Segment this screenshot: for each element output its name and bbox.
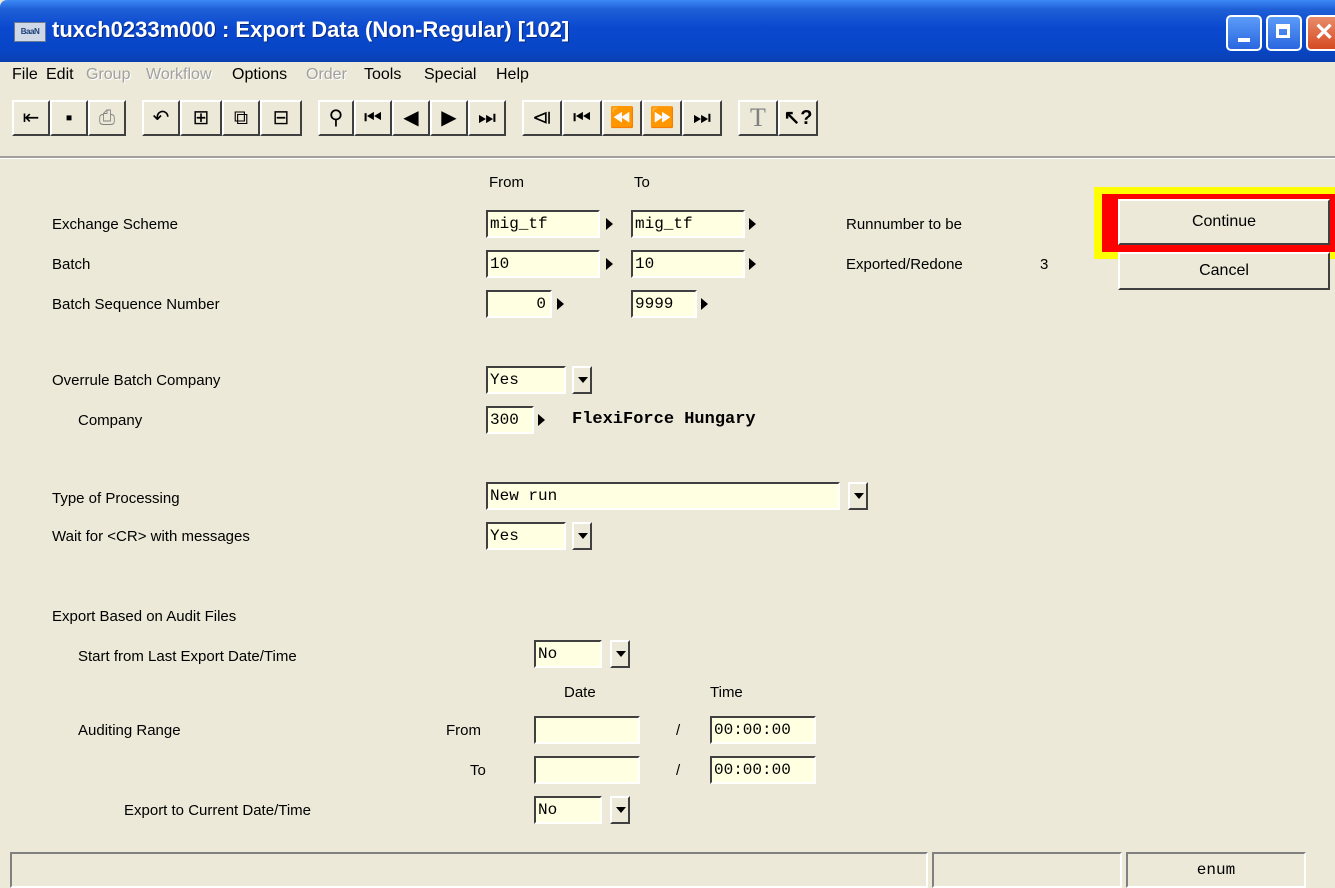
continue-button[interactable]: Continue — [1118, 199, 1330, 245]
status-bar: enum — [0, 848, 1335, 888]
date-time-separator: / — [676, 722, 681, 739]
chevron-down-icon — [616, 807, 626, 813]
batch-seq-label: Batch Sequence Number — [52, 296, 220, 313]
status-field-type: enum — [1126, 852, 1306, 888]
type-processing-label: Type of Processing — [52, 490, 180, 507]
company-label: Company — [78, 412, 143, 429]
company-input[interactable]: 300 — [486, 406, 534, 434]
zoom-arrow-icon[interactable] — [749, 258, 756, 270]
chevron-down-icon — [854, 493, 864, 499]
auditing-to-date-input[interactable] — [534, 756, 640, 784]
exported-redone-label: Exported/Redone — [846, 256, 963, 273]
wait-cr-select[interactable]: Yes — [486, 522, 566, 550]
auditing-from-label: From — [446, 722, 481, 739]
exchange-scheme-label: Exchange Scheme — [52, 216, 178, 233]
audit-section-label: Export Based on Audit Files — [52, 608, 237, 625]
auditing-from-date-input[interactable] — [534, 716, 640, 744]
batch-from-input[interactable]: 10 — [486, 250, 600, 278]
batch-label: Batch — [52, 256, 91, 273]
batch-seq-to-input[interactable]: 9999 — [631, 290, 697, 318]
overrule-company-select[interactable]: Yes — [486, 366, 566, 394]
batch-seq-from-input[interactable]: 0 — [486, 290, 552, 318]
zoom-arrow-icon[interactable] — [701, 298, 708, 310]
cancel-button[interactable]: Cancel — [1118, 252, 1330, 290]
runnumber-label: Runnumber to be — [846, 216, 962, 233]
export-current-dropdown-button[interactable] — [610, 796, 630, 824]
chevron-down-icon — [578, 377, 588, 383]
exchange-scheme-from-input[interactable]: mig_tf — [486, 210, 600, 238]
chevron-down-icon — [578, 533, 588, 539]
zoom-arrow-icon[interactable] — [538, 414, 545, 426]
chevron-down-icon — [616, 651, 626, 657]
start-last-label: Start from Last Export Date/Time — [78, 648, 297, 665]
wait-cr-dropdown-button[interactable] — [572, 522, 592, 550]
zoom-arrow-icon[interactable] — [749, 218, 756, 230]
start-last-select[interactable]: No — [534, 640, 602, 668]
status-pane-2 — [932, 852, 1122, 888]
export-data-window: BaaN tuxch0233m000 : Export Data (Non-Re… — [0, 0, 1335, 888]
export-current-select[interactable]: No — [534, 796, 602, 824]
start-last-dropdown-button[interactable] — [610, 640, 630, 668]
auditing-to-time-input[interactable]: 00:00:00 — [710, 756, 816, 784]
overrule-company-dropdown-button[interactable] — [572, 366, 592, 394]
col-header-from: From — [489, 174, 524, 191]
exported-redone-value: 3 — [1040, 256, 1049, 273]
auditing-to-label: To — [470, 762, 486, 779]
col-header-time: Time — [710, 684, 743, 701]
type-processing-dropdown-button[interactable] — [848, 482, 868, 510]
zoom-arrow-icon[interactable] — [606, 258, 613, 270]
col-header-to: To — [634, 174, 650, 191]
wait-cr-label: Wait for <CR> with messages — [52, 528, 250, 545]
batch-to-input[interactable]: 10 — [631, 250, 745, 278]
zoom-arrow-icon[interactable] — [606, 218, 613, 230]
type-processing-select[interactable]: New run — [486, 482, 840, 510]
export-form: From To Exchange Scheme mig_tf mig_tf Ru… — [0, 0, 1335, 824]
exchange-scheme-to-input[interactable]: mig_tf — [631, 210, 745, 238]
auditing-from-time-input[interactable]: 00:00:00 — [710, 716, 816, 744]
status-message-pane — [10, 852, 928, 888]
auditing-range-label: Auditing Range — [78, 722, 181, 739]
company-description: FlexiForce Hungary — [572, 410, 756, 429]
date-time-separator: / — [676, 762, 681, 779]
export-current-label: Export to Current Date/Time — [124, 802, 312, 819]
overrule-company-label: Overrule Batch Company — [52, 372, 221, 389]
zoom-arrow-icon[interactable] — [557, 298, 564, 310]
col-header-date: Date — [564, 684, 596, 701]
